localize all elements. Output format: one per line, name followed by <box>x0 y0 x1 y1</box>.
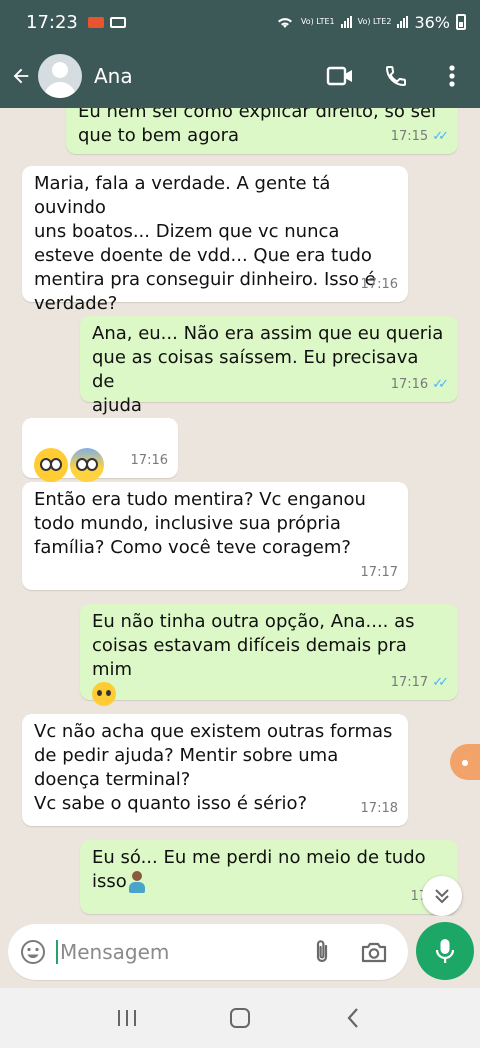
cast-icon <box>109 16 126 28</box>
flushed-face-emoji <box>34 448 68 482</box>
floating-recorder-bubble[interactable]: ● <box>450 744 480 780</box>
message-time: 17:18 <box>360 801 398 816</box>
phone-icon <box>385 66 406 87</box>
message-text: Maria, fala a verdade. A gente tá ouvind… <box>34 173 376 314</box>
home-icon <box>229 1008 250 1028</box>
signal-2-icon <box>397 16 409 28</box>
chevron-left-icon <box>347 1008 359 1028</box>
message-text: Vc não acha que existem outras formas de… <box>34 721 393 814</box>
message-bubble-incoming[interactable]: 17:16 <box>22 418 178 482</box>
message-meta: 17:17 ✓✓ <box>390 671 449 695</box>
voice-call-button[interactable] <box>368 52 424 100</box>
emoji-button[interactable] <box>10 928 56 976</box>
message-text: Então era tudo mentira? Vc enganou todo … <box>34 489 366 558</box>
message-bubble-outgoing[interactable]: Ana, eu... Não era assim que eu queria q… <box>80 316 458 416</box>
back-nav-button[interactable] <box>328 998 378 1038</box>
message-meta: 17:16 <box>361 273 398 297</box>
read-ticks-icon: ✓✓ <box>432 129 449 144</box>
status-time: 17:23 <box>26 11 78 33</box>
message-bubble-outgoing[interactable]: Eu só... Eu me perdi no meio de tudo iss… <box>80 840 458 914</box>
contact-name[interactable]: Ana <box>94 64 133 88</box>
message-meta: 17:15 ✓✓ <box>390 125 449 149</box>
battery-percent: 36% <box>414 12 450 32</box>
camera-button[interactable] <box>348 928 400 976</box>
more-vertical-icon <box>449 65 455 87</box>
status-bar: 17:23 Vo) LTE1 Vo) LTE2 36% <box>0 0 480 44</box>
composer <box>0 916 480 988</box>
message-time: 17:16 <box>130 453 168 468</box>
home-button[interactable] <box>215 998 265 1038</box>
header-actions <box>312 52 480 100</box>
double-chevron-down-icon <box>435 889 449 904</box>
recents-button[interactable] <box>102 998 152 1038</box>
message-meta: 17:16 ✓✓ <box>390 373 449 397</box>
sim1-label: Vo) LTE1 <box>300 17 335 26</box>
sim2-label: Vo) LTE2 <box>357 17 392 26</box>
signal-1-icon <box>340 16 352 28</box>
back-button[interactable] <box>4 56 38 96</box>
battery-icon <box>456 14 466 30</box>
message-meta: 17:17 <box>361 561 398 585</box>
emoji-icon <box>21 940 45 964</box>
message-input[interactable] <box>56 940 296 964</box>
contact-avatar[interactable] <box>38 54 82 98</box>
scroll-to-bottom-button[interactable] <box>422 876 462 916</box>
message-time: 17:16 <box>360 277 398 292</box>
chat-area[interactable]: Eu nem sei como explicar direito, só sei… <box>0 108 480 916</box>
message-bubble-outgoing[interactable]: Eu nem sei como explicar direito, só sei… <box>66 108 458 154</box>
message-bubble-incoming[interactable]: Vc não acha que existem outras formas de… <box>22 714 408 826</box>
read-ticks-icon: ✓✓ <box>432 675 449 690</box>
message-input-container <box>8 924 408 980</box>
wifi-icon <box>277 18 292 28</box>
composer-actions <box>296 928 400 976</box>
system-navigation-bar <box>0 988 480 1048</box>
status-right: Vo) LTE1 Vo) LTE2 36% <box>275 13 466 32</box>
message-time: 17:16 <box>390 377 429 392</box>
video-camera-icon <box>326 66 352 86</box>
recents-icon <box>117 1010 136 1026</box>
more-options-button[interactable] <box>424 52 480 100</box>
message-meta: 17:16 <box>131 449 168 473</box>
message-bubble-incoming[interactable]: Então era tudo mentira? Vc enganou todo … <box>22 482 408 590</box>
message-text: Ana, eu... Não era assim que eu queria q… <box>92 323 444 416</box>
message-time: 17:15 <box>390 129 429 144</box>
person-shrugging-emoji <box>127 871 147 893</box>
message-time: 17:17 <box>360 565 398 580</box>
read-ticks-icon: ✓✓ <box>432 377 449 392</box>
paperclip-icon <box>316 940 328 963</box>
pleading-face-emoji <box>92 682 116 706</box>
video-call-button[interactable] <box>312 52 368 100</box>
chat-header: Ana <box>0 44 480 108</box>
camera-icon <box>361 942 387 963</box>
message-bubble-incoming[interactable]: Maria, fala a verdade. A gente tá ouvind… <box>22 166 408 314</box>
attach-button[interactable] <box>296 928 348 976</box>
face-screaming-in-fear-emoji <box>70 448 104 482</box>
screen-record-icon <box>87 16 104 28</box>
message-meta: 17:18 <box>361 797 398 821</box>
voice-message-button[interactable] <box>416 922 474 980</box>
message-bubble-outgoing[interactable]: Eu não tinha outra opção, Ana.... as coi… <box>80 604 458 706</box>
arrow-left-icon <box>13 68 29 84</box>
message-time: 17:17 <box>390 675 429 690</box>
microphone-icon <box>435 939 455 963</box>
